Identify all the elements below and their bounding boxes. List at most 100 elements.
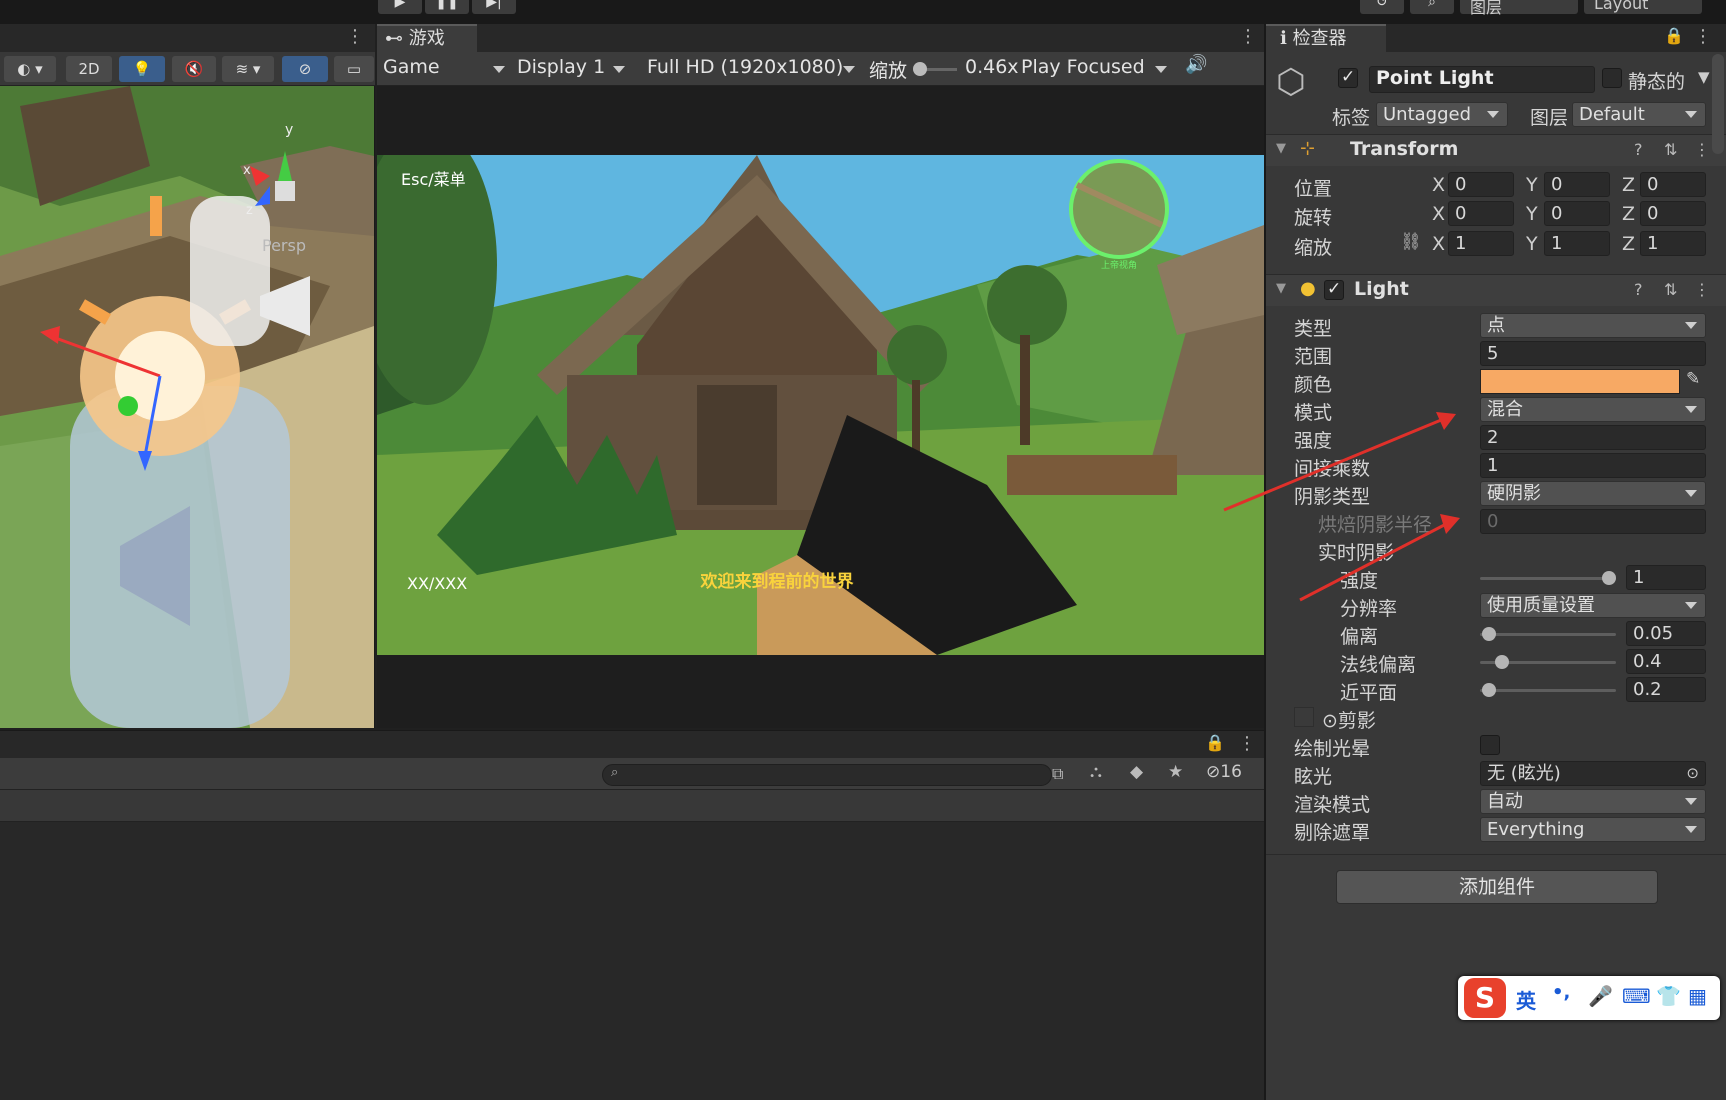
search-filter-icon[interactable]: ⧉ <box>1052 764 1063 784</box>
rot-z-field[interactable]: 0 <box>1640 201 1706 226</box>
shadow-strength-track[interactable] <box>1480 577 1616 580</box>
draw-halo-checkbox[interactable] <box>1480 735 1500 755</box>
type-filter-icon[interactable]: ⛬ <box>1090 762 1102 782</box>
foldout-icon[interactable]: ▼ <box>1276 281 1286 296</box>
visibility-toggle-icon[interactable]: ⊘ <box>282 56 328 82</box>
game-mode-dropdown[interactable]: Game <box>383 56 505 78</box>
render-mode-dropdown[interactable]: 自动 <box>1480 789 1706 814</box>
sogou-logo-icon[interactable]: S <box>1464 978 1506 1018</box>
label-filter-icon[interactable]: ◆ <box>1130 762 1143 782</box>
scale-x-field[interactable]: 1 <box>1448 231 1514 256</box>
color-label: 颜色 <box>1294 374 1333 396</box>
intensity-field[interactable]: 2 <box>1480 425 1706 450</box>
eyedropper-icon[interactable]: ✎ <box>1686 369 1700 389</box>
light-type-dropdown[interactable]: 点 <box>1480 313 1706 338</box>
shadow-resolution-dropdown[interactable]: 使用质量设置 <box>1480 593 1706 618</box>
minimap[interactable] <box>1069 159 1169 259</box>
help-icon[interactable]: ? <box>1634 140 1643 159</box>
toolbox-icon[interactable]: ▦ <box>1688 984 1707 1008</box>
component-menu-icon[interactable]: ⋮ <box>1694 280 1710 299</box>
play-button[interactable]: ▶ <box>378 0 422 14</box>
light-enabled-checkbox[interactable] <box>1324 279 1344 300</box>
search-icon[interactable]: ⌕ <box>1410 0 1454 14</box>
shadow-type-dropdown[interactable]: 硬阴影 <box>1480 481 1706 506</box>
step-button[interactable]: ▶| <box>472 0 516 14</box>
scene-viewport[interactable]: y x z Persp <box>0 86 374 728</box>
object-name-input[interactable]: Point Light <box>1369 66 1595 93</box>
resolution-dropdown[interactable]: Full HD (1920x1080) <box>647 56 861 78</box>
pause-button[interactable]: ❚❚ <box>425 0 469 14</box>
game-viewport[interactable]: Esc/菜单 XX/XXX 欢迎来到程前的世界 上帝视角 <box>377 155 1264 655</box>
flare-field[interactable]: 无 (眩光) ⊙ <box>1480 761 1706 786</box>
constrain-proportions-icon[interactable]: ⛓ <box>1400 232 1422 252</box>
near-plane-knob[interactable] <box>1482 683 1496 697</box>
light-header[interactable]: ▼ ● Light ? ⇅ ⋮ <box>1266 274 1726 306</box>
ime-language-toggle[interactable]: 英 <box>1516 985 1536 1014</box>
inspector-scrollbar[interactable] <box>1712 54 1724 154</box>
static-dropdown-icon[interactable]: ▼ <box>1698 68 1710 86</box>
near-plane-field[interactable]: 0.2 <box>1626 677 1706 702</box>
pos-z-field[interactable]: 0 <box>1640 172 1706 197</box>
bias-knob[interactable] <box>1482 627 1496 641</box>
layer-dropdown[interactable]: Default <box>1572 102 1706 127</box>
foldout-icon[interactable]: ▼ <box>1276 141 1286 156</box>
effects-toggle-icon[interactable]: ≋ ▾ <box>222 56 274 82</box>
color-swatch[interactable] <box>1480 369 1680 394</box>
tag-dropdown[interactable]: Untagged <box>1376 102 1508 127</box>
more-icon[interactable]: ⋮ <box>1238 733 1256 754</box>
indirect-multiplier-field[interactable]: 1 <box>1480 453 1706 478</box>
preset-icon[interactable]: ⇅ <box>1664 140 1677 159</box>
active-checkbox[interactable] <box>1338 67 1358 88</box>
scale-y-field[interactable]: 1 <box>1544 231 1610 256</box>
object-picker-icon[interactable]: ⊙ <box>1686 762 1699 785</box>
scale-z-field[interactable]: 1 <box>1640 231 1706 256</box>
mode-dropdown[interactable]: 混合 <box>1480 397 1706 422</box>
display-dropdown[interactable]: Display 1 <box>517 56 625 78</box>
search-input[interactable]: ⌕ <box>602 764 1052 786</box>
normal-bias-knob[interactable] <box>1495 655 1509 669</box>
skin-icon[interactable]: 👕 <box>1656 984 1681 1008</box>
more-icon[interactable]: ⋮ <box>1239 26 1257 47</box>
favorite-icon[interactable]: ★ <box>1168 762 1183 782</box>
cookie-thumbnail[interactable] <box>1294 707 1314 727</box>
tab-game[interactable]: ⊷ 游戏 <box>377 24 477 52</box>
pos-x-field[interactable]: 0 <box>1448 172 1514 197</box>
microphone-icon[interactable]: 🎤 <box>1588 984 1613 1008</box>
shadow-strength-field[interactable]: 1 <box>1626 565 1706 590</box>
keyboard-icon[interactable]: ⌨ <box>1622 984 1651 1008</box>
scale-slider-knob[interactable] <box>913 62 927 76</box>
transform-header[interactable]: ▼ ⊹ Transform ? ⇅ ⋮ <box>1266 134 1726 166</box>
normal-bias-field[interactable]: 0.4 <box>1626 649 1706 674</box>
draw-mode-button[interactable]: ◐ ▾ <box>4 56 56 82</box>
speaker-icon[interactable]: 🔊 <box>1185 54 1207 75</box>
layout-dropdown[interactable]: Layout <box>1584 0 1702 14</box>
audio-toggle-icon[interactable]: 🔇 <box>172 56 216 82</box>
lock-icon[interactable]: 🔒 <box>1205 733 1225 752</box>
layers-dropdown[interactable]: 图层 <box>1460 0 1578 17</box>
hidden-packages-icon[interactable]: ⊘16 <box>1206 762 1242 782</box>
bias-track[interactable] <box>1480 633 1616 636</box>
rot-y-field[interactable]: 0 <box>1544 201 1610 226</box>
bias-field[interactable]: 0.05 <box>1626 621 1706 646</box>
range-field[interactable]: 5 <box>1480 341 1706 366</box>
more-icon[interactable]: ⋮ <box>1694 26 1712 47</box>
rot-x-field[interactable]: 0 <box>1448 201 1514 226</box>
play-mode-dropdown[interactable]: Play Focused <box>1021 56 1171 78</box>
history-icon[interactable]: ↺ <box>1360 0 1404 14</box>
component-menu-icon[interactable]: ⋮ <box>1694 140 1710 159</box>
shadow-strength-knob[interactable] <box>1602 571 1616 585</box>
more-icon[interactable]: ⋮ <box>346 26 364 47</box>
near-plane-track[interactable] <box>1480 689 1616 692</box>
preset-icon[interactable]: ⇅ <box>1664 280 1677 299</box>
tab-inspector[interactable]: ℹ 检查器 <box>1266 24 1386 52</box>
culling-mask-dropdown[interactable]: Everything <box>1480 817 1706 842</box>
lighting-toggle-icon[interactable]: 💡 <box>119 56 165 82</box>
toggle-2d-button[interactable]: 2D <box>66 56 112 82</box>
static-checkbox[interactable] <box>1602 68 1622 88</box>
help-icon[interactable]: ? <box>1634 280 1643 299</box>
add-component-button[interactable]: 添加组件 <box>1336 870 1658 904</box>
pos-y-field[interactable]: 0 <box>1544 172 1610 197</box>
lock-icon[interactable]: 🔒 <box>1664 26 1684 45</box>
camera-icon[interactable]: ▭ <box>334 56 374 82</box>
ime-punctuation-toggle[interactable]: •, <box>1552 982 1570 1003</box>
